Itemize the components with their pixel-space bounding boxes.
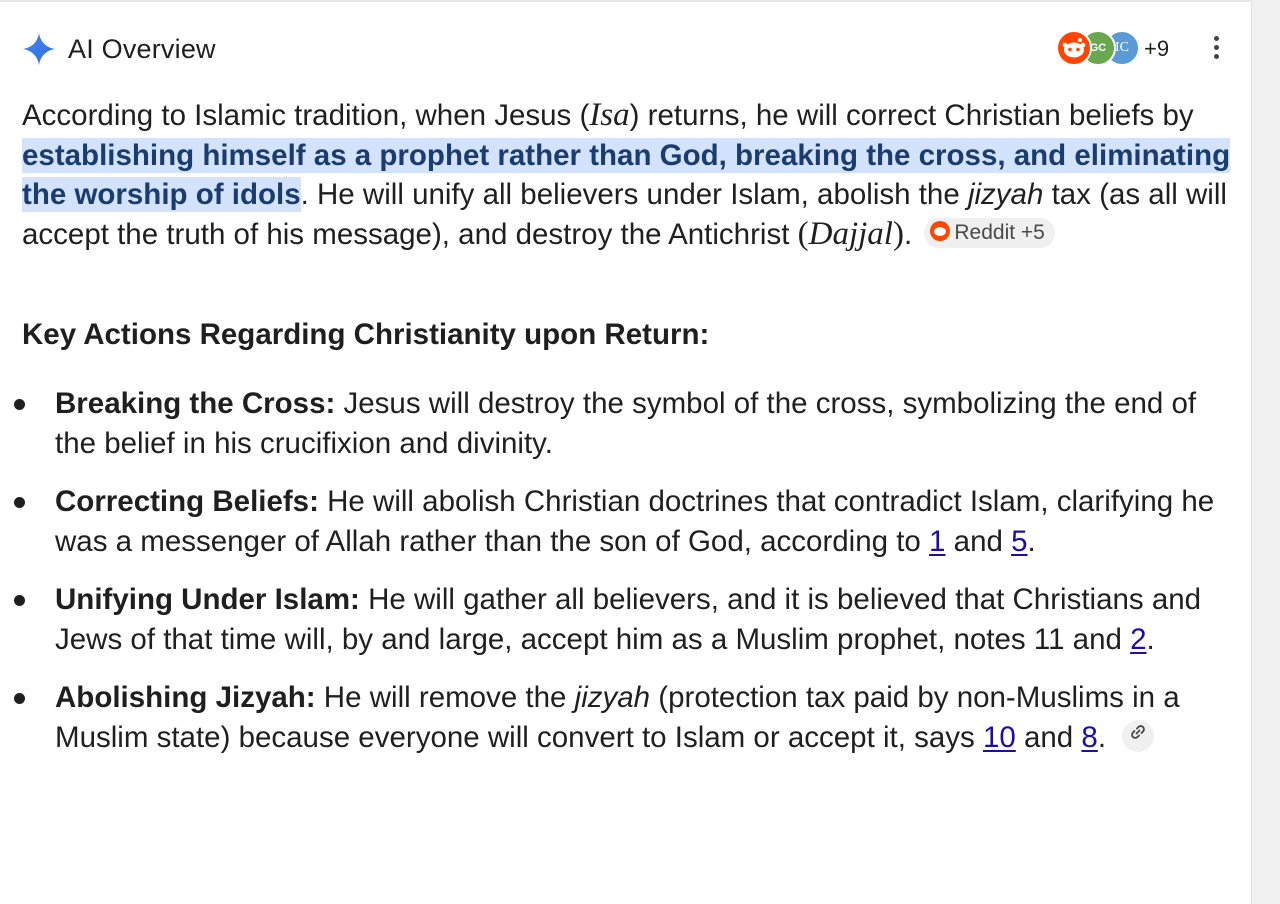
dajjal-term: Dajjal <box>808 215 893 252</box>
list-item: Abolishing Jizyah: He will remove the ji… <box>0 678 1230 757</box>
bullet-dot <box>14 497 25 508</box>
list-item: Unifying Under Islam: He will gather all… <box>0 580 1230 659</box>
ai-overview-title: AI Overview <box>68 34 216 64</box>
summary-text: . He will unify all believers under Isla… <box>300 178 968 211</box>
isa-term: Isa <box>589 97 630 133</box>
key-actions-list: Breaking the Cross: Jesus will destroy t… <box>0 384 1240 776</box>
item-text: . <box>1097 720 1107 754</box>
item-title: Correcting Beliefs: <box>55 485 319 518</box>
summary-text: . <box>903 217 913 251</box>
paren: ) <box>892 215 904 252</box>
item-title: Unifying Under Islam: <box>55 583 360 616</box>
item-title: Breaking the Cross: <box>55 387 336 420</box>
sparkle-icon <box>23 33 55 65</box>
item-text: . <box>1027 524 1036 558</box>
overview-summary: According to Islamic tradition, when Jes… <box>22 96 1232 254</box>
citation-link[interactable]: 10 <box>983 721 1016 754</box>
source-chip-reddit[interactable]: Reddit +5 <box>924 217 1055 248</box>
citation-link[interactable]: 5 <box>1011 525 1027 558</box>
bullet-dot <box>14 595 25 606</box>
reddit-avatar-icon <box>1056 30 1092 66</box>
item-text: and <box>1015 720 1082 754</box>
source-avatars[interactable]: GC IC <box>1056 30 1146 66</box>
list-item: Correcting Beliefs: He will abolish Chri… <box>0 482 1230 561</box>
top-divider <box>0 0 1254 6</box>
paren: ( <box>797 215 809 252</box>
jizyah-term: jizyah <box>967 178 1044 211</box>
link-icon[interactable] <box>1122 719 1155 752</box>
item-text: and <box>945 524 1012 558</box>
scrollbar-track[interactable] <box>1251 0 1280 904</box>
item-title: Abolishing Jizyah: <box>55 681 316 714</box>
citation-link[interactable]: 1 <box>929 525 945 558</box>
source-chip-label: Reddit +5 <box>954 220 1045 244</box>
reddit-icon <box>930 221 951 242</box>
citation-link[interactable]: 2 <box>1130 623 1146 656</box>
bullet-dot <box>14 693 25 704</box>
citation-link[interactable]: 8 <box>1081 721 1097 754</box>
list-item: Breaking the Cross: Jesus will destroy t… <box>0 384 1230 463</box>
summary-text: ) returns, he will correct Christian bel… <box>629 99 1194 132</box>
jizyah-term: jizyah <box>574 681 651 714</box>
more-vert-icon[interactable] <box>1206 36 1226 62</box>
ai-overview-header: AI Overview GC IC +9 <box>22 28 1232 68</box>
more-sources-count[interactable]: +9 <box>1144 36 1169 62</box>
item-text: . <box>1146 622 1155 656</box>
summary-text: According to Islamic tradition, when Jes… <box>22 99 590 132</box>
item-text: He will remove the <box>315 681 575 714</box>
section-heading: Key Actions Regarding Christianity upon … <box>22 318 710 351</box>
bullet-dot <box>14 399 25 410</box>
